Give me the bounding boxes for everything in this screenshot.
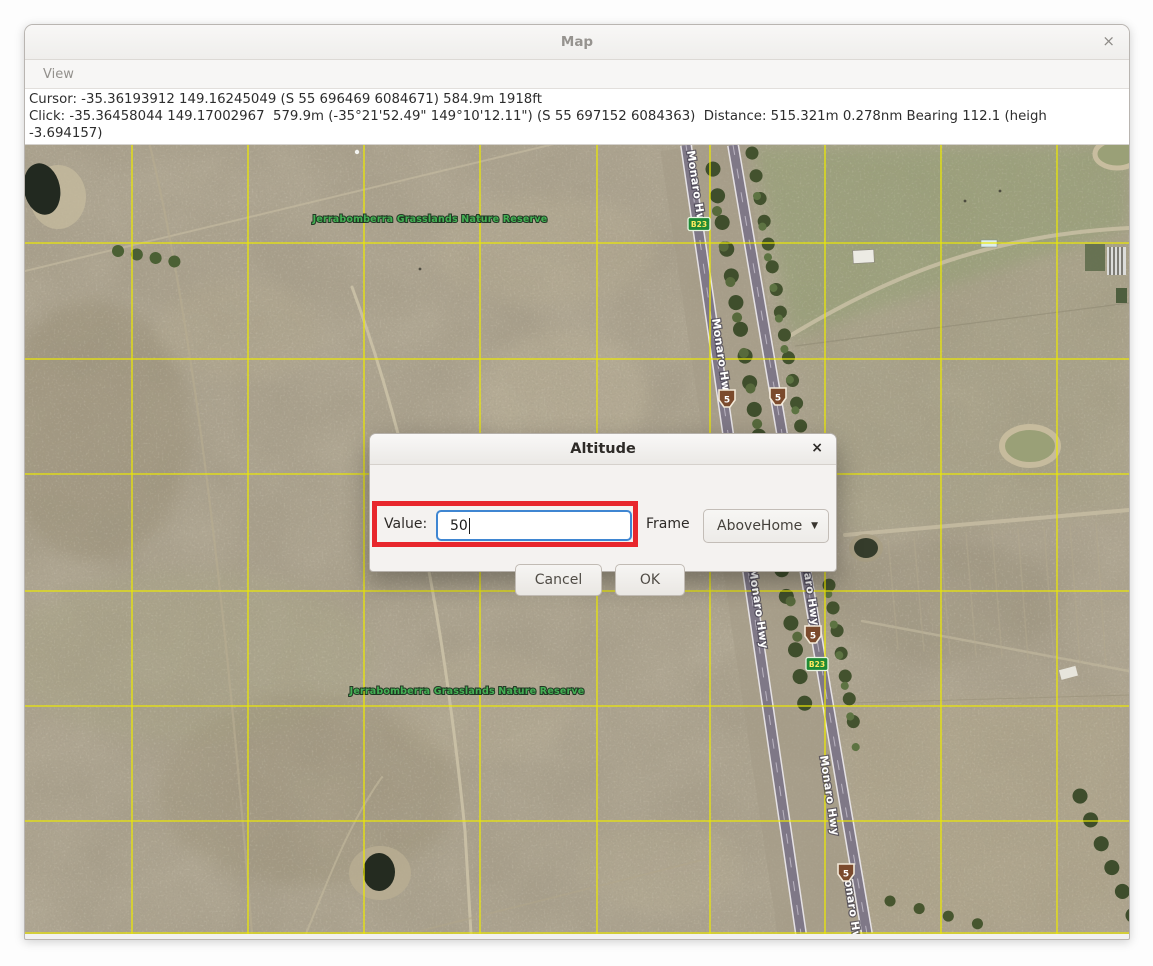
value-label: Value: xyxy=(384,516,427,532)
click-status-line-wrap: -3.694157) xyxy=(29,125,1129,142)
chevron-down-icon: ▼ xyxy=(811,521,818,531)
frame-select[interactable]: AboveHome ▼ xyxy=(703,509,829,543)
window-close-icon[interactable]: × xyxy=(1102,33,1115,49)
paddock xyxy=(1085,244,1105,271)
shed xyxy=(853,249,875,263)
altitude-dialog: Altitude × Value: 50 Frame AboveHome ▼ C… xyxy=(369,433,837,572)
altitude-dialog-title: Altitude xyxy=(570,441,636,457)
reserve-label-top: Jerrabomberra Grasslands Nature Reserve xyxy=(312,214,548,225)
svg-text:5: 5 xyxy=(724,396,730,406)
svg-text:5: 5 xyxy=(810,632,816,642)
status-bar: Cursor: -35.36193912 149.16245049 (S 55 … xyxy=(25,89,1129,145)
svg-text:B23: B23 xyxy=(809,660,825,669)
frame-label: Frame xyxy=(646,516,690,532)
shed xyxy=(1116,288,1127,303)
altitude-dialog-body: Value: 50 Frame AboveHome ▼ Cancel OK xyxy=(370,465,836,573)
cancel-button[interactable]: Cancel xyxy=(515,564,602,596)
window-title: Map xyxy=(561,34,593,50)
svg-text:5: 5 xyxy=(775,394,781,404)
altitude-dialog-close-icon[interactable]: × xyxy=(811,440,823,456)
window-titlebar[interactable]: Map × xyxy=(25,25,1129,60)
svg-text:5: 5 xyxy=(843,870,849,880)
value-input-text: 50 xyxy=(450,518,468,534)
vehicle xyxy=(355,150,359,154)
ok-button[interactable]: OK xyxy=(615,564,685,596)
menu-bar: View xyxy=(25,60,1129,89)
altitude-dialog-titlebar[interactable]: Altitude × xyxy=(370,434,836,465)
value-input[interactable]: 50 xyxy=(436,510,632,541)
frame-select-value: AboveHome xyxy=(717,518,802,534)
menu-view[interactable]: View xyxy=(37,67,80,82)
pond-right xyxy=(854,538,878,558)
pond-bottom xyxy=(363,853,395,891)
text-caret xyxy=(469,518,470,534)
reserve-label-bottom: Jerrabomberra Grasslands Nature Reserve xyxy=(349,686,585,697)
click-status-line: Click: -35.36458044 149.17002967 579.9m … xyxy=(29,108,1129,125)
dam-ring xyxy=(1002,427,1058,465)
svg-text:B23: B23 xyxy=(691,220,707,229)
cursor-status-line: Cursor: -35.36193912 149.16245049 (S 55 … xyxy=(29,91,1129,108)
dam-ring-corner xyxy=(1095,145,1129,168)
